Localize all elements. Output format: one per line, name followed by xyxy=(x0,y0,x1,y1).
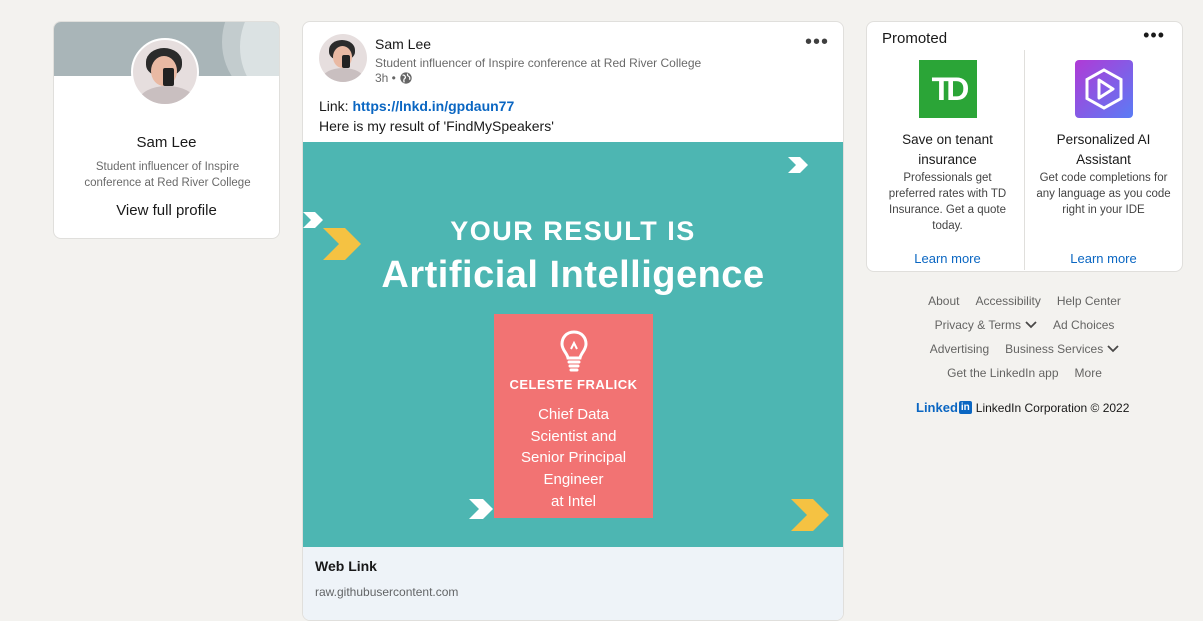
ad-description-line: Get code completions for xyxy=(1039,172,1168,184)
footer-business-services-dropdown[interactable]: Business Services xyxy=(1005,342,1119,356)
ad-description-line: any language as you code xyxy=(1036,188,1171,200)
speaker-box: CELESTE FRALICK Chief Data Scientist and… xyxy=(494,314,653,518)
footer-accessibility-link[interactable]: Accessibility xyxy=(975,294,1040,308)
hexagon-play-icon xyxy=(1085,68,1123,110)
td-logo: TD xyxy=(919,60,977,118)
post-link[interactable]: https://lnkd.in/gpdaun77 xyxy=(352,98,514,114)
ad-description: Professionals get preferred rates with T… xyxy=(876,170,1019,234)
post-body: Link: https://lnkd.in/gpdaun77 Here is m… xyxy=(319,96,554,136)
post-link-label: Link: xyxy=(319,98,353,114)
ad-title-line: Save on tenant xyxy=(902,132,993,147)
footer-about-link[interactable]: About xyxy=(928,294,959,308)
ad-description-line: Insurance. Get a quote xyxy=(889,204,1006,216)
speaker-role: Chief Data Scientist and Senior Principa… xyxy=(494,404,653,513)
copyright: LinkedIn Corporation © 2022 xyxy=(975,400,1130,415)
arrow-decoration-icon xyxy=(791,499,829,531)
view-full-profile-link[interactable]: View full profile xyxy=(54,202,279,219)
ad-title-line: Assistant xyxy=(1076,152,1131,167)
chevron-down-icon xyxy=(1107,345,1119,353)
footer-ad-choices-link[interactable]: Ad Choices xyxy=(1053,318,1114,332)
profile-name[interactable]: Sam Lee xyxy=(54,134,279,151)
speaker-role-line: Chief Data xyxy=(538,406,609,423)
ad-ai-assistant[interactable]: Personalized AI Assistant Get code compl… xyxy=(1026,22,1181,270)
profile-avatar[interactable] xyxy=(131,38,199,106)
linkedin-logo-in: in xyxy=(958,401,972,414)
globe-icon xyxy=(400,72,412,84)
footer-more-link[interactable]: More xyxy=(1075,366,1102,380)
linkedin-logo-text: Linked xyxy=(916,400,958,415)
post-more-options-icon[interactable]: ••• xyxy=(805,32,829,52)
ad-title-line: Personalized AI xyxy=(1056,132,1151,147)
footer-business-services-label: Business Services xyxy=(1005,342,1104,356)
chevron-down-icon xyxy=(1025,321,1037,329)
ad-title: Personalized AI Assistant xyxy=(1026,130,1181,170)
speaker-name: CELESTE FRALICK xyxy=(509,377,638,392)
web-link-title: Web Link xyxy=(315,558,377,574)
lightbulb-icon xyxy=(560,330,588,372)
ad-title: Save on tenant insurance xyxy=(870,130,1025,170)
ad-description-line: Professionals get xyxy=(903,172,992,184)
post-author-avatar[interactable] xyxy=(319,34,367,82)
image-result: Artificial Intelligence xyxy=(381,254,765,296)
ad-title-line: insurance xyxy=(918,152,977,167)
ad-td-insurance[interactable]: TD Save on tenant insurance Professional… xyxy=(870,22,1025,270)
ad-description-line: today. xyxy=(932,220,963,232)
learn-more-link[interactable]: Learn more xyxy=(870,251,1025,266)
post-time: 3h • xyxy=(375,71,396,85)
ad-description: Get code completions for any language as… xyxy=(1032,170,1175,218)
post-text: Here is my result of 'FindMySpeakers' xyxy=(319,118,554,134)
footer-help-center-link[interactable]: Help Center xyxy=(1057,294,1121,308)
footer-row: About Accessibility Help Center xyxy=(866,294,1183,308)
promoted-ad-card: Promoted ••• TD Save on tenant insurance… xyxy=(866,21,1183,272)
profile-headline: Student influencer of Inspire conference… xyxy=(84,161,251,189)
speaker-role-line: Engineer xyxy=(543,471,604,489)
footer-advertising-link[interactable]: Advertising xyxy=(930,342,989,356)
post-author-headline: Student influencer of Inspire conference… xyxy=(375,56,702,70)
footer-privacy-terms-label: Privacy & Terms xyxy=(934,318,1022,332)
footer-get-app-link[interactable]: Get the LinkedIn app xyxy=(947,366,1058,380)
feed-post: Sam Lee Student influencer of Inspire co… xyxy=(302,21,844,621)
post-image[interactable]: YOUR RESULT IS Artificial Intelligence C… xyxy=(303,142,843,547)
footer-brand: Linked in LinkedIn Corporation © 2022 xyxy=(916,400,1129,415)
ai-assistant-logo xyxy=(1075,60,1133,118)
footer-row: Advertising Business Services xyxy=(866,342,1183,356)
speaker-role-line: Scientist and xyxy=(530,427,617,445)
speaker-role-line: at Intel xyxy=(550,492,597,510)
post-author-name[interactable]: Sam Lee xyxy=(375,36,431,52)
learn-more-link[interactable]: Learn more xyxy=(1026,251,1181,266)
arrow-decoration-icon xyxy=(469,499,493,519)
post-meta: 3h • xyxy=(375,71,413,85)
footer-privacy-terms-dropdown[interactable]: Privacy & Terms xyxy=(935,318,1037,332)
arrow-decoration-icon xyxy=(788,157,808,173)
footer-row: Get the LinkedIn app More xyxy=(866,366,1183,380)
image-headline: YOUR RESULT IS xyxy=(450,216,696,246)
linkedin-logo: Linked in xyxy=(916,400,972,415)
speaker-role-line: Senior Principal xyxy=(520,449,627,467)
ad-description-line: right in your IDE xyxy=(1062,204,1145,216)
web-link-domain: raw.githubusercontent.com xyxy=(315,585,459,599)
web-link-preview[interactable]: Web Link raw.githubusercontent.com xyxy=(303,547,843,620)
ad-description-line: preferred rates with TD xyxy=(888,188,1007,200)
footer-row: Privacy & Terms Ad Choices xyxy=(866,318,1183,332)
profile-card: Sam Lee Student influencer of Inspire co… xyxy=(53,21,280,239)
